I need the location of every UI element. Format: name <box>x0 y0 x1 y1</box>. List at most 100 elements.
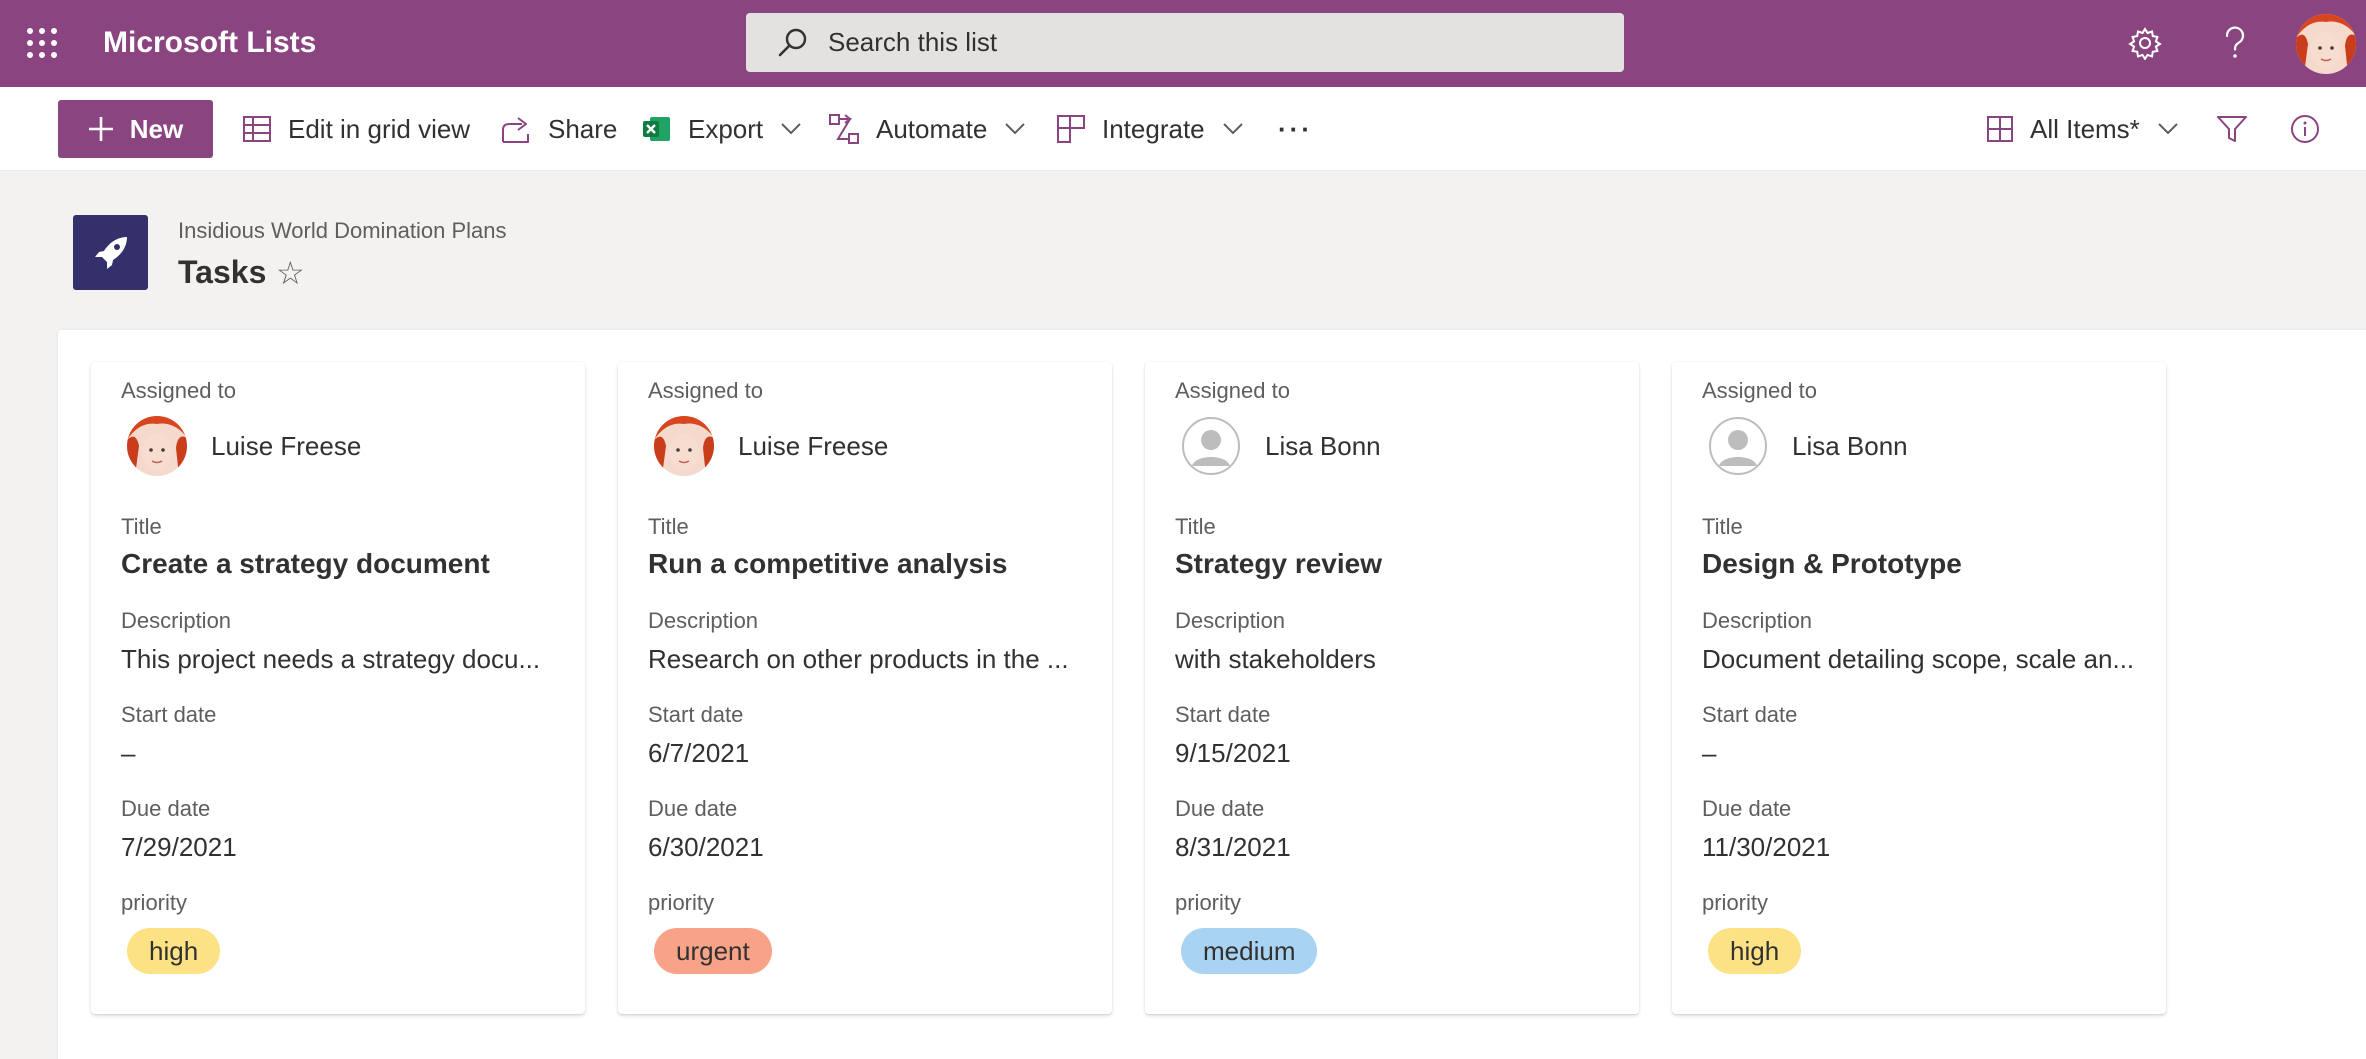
priority-label: priority <box>1175 890 1242 915</box>
assigned-name: Lisa Bonn <box>1265 430 1381 461</box>
search-icon <box>778 28 807 56</box>
due-date-label: Due date <box>121 796 211 821</box>
description-value: Research on other products in the ... <box>648 644 1069 674</box>
info-icon[interactable] <box>2290 107 2320 151</box>
integrate-icon <box>1057 115 1085 143</box>
avatar[interactable] <box>2296 14 2356 74</box>
assigned-name: Luise Freese <box>211 430 362 461</box>
description-value: This project needs a strategy docu... <box>121 644 541 674</box>
grid-icon <box>243 116 271 142</box>
assigned-to-label: Assigned to <box>648 378 763 403</box>
description-label: Description <box>1175 608 1286 633</box>
share-icon <box>502 117 529 143</box>
start-date-value: 6/7/2021 <box>648 738 750 768</box>
excel-icon <box>643 117 670 141</box>
integrate-label: Integrate <box>1102 113 1205 144</box>
assigned-to-label: Assigned to <box>1702 378 1817 403</box>
help-icon[interactable] <box>2214 22 2256 64</box>
rocket-icon <box>94 236 127 269</box>
automate-label: Automate <box>876 113 988 144</box>
start-date-value: – <box>121 738 136 768</box>
priority-badge: high <box>127 928 221 974</box>
view-grid-icon <box>1987 116 2013 142</box>
integrate-button[interactable]: Integrate <box>1056 107 1243 151</box>
avatar <box>1708 416 1768 476</box>
new-label: New <box>129 113 184 144</box>
edit-grid-label: Edit in grid view <box>288 113 471 144</box>
task-card[interactable]: Assigned to Luise Freese Title Run a com… <box>618 362 1112 1014</box>
title-label: Title <box>1175 514 1216 539</box>
priority-label: priority <box>121 890 188 915</box>
start-date-value: 9/15/2021 <box>1175 738 1291 768</box>
priority-label: priority <box>1702 890 1769 915</box>
description-label: Description <box>648 608 759 633</box>
due-date-label: Due date <box>648 796 738 821</box>
command-bar: New Edit in grid view Share Export Autom… <box>0 87 2366 171</box>
description-value: with stakeholders <box>1175 644 1376 674</box>
plus-icon <box>88 117 113 141</box>
title-value: Create a strategy document <box>121 548 490 579</box>
task-card[interactable]: Assigned to Luise Freese Title Create a … <box>91 362 585 1014</box>
more-options-button[interactable]: ··· <box>1278 107 1313 151</box>
due-date-label: Due date <box>1175 796 1265 821</box>
edit-grid-button[interactable]: Edit in grid view <box>242 107 470 151</box>
task-card[interactable]: Assigned to Lisa Bonn Title Strategy rev… <box>1145 362 1639 1014</box>
automate-button[interactable]: Automate <box>828 107 1026 151</box>
start-date-value: – <box>1702 738 1717 768</box>
assigned-person: Luise Freese <box>127 414 361 478</box>
search-box[interactable]: Search this list <box>746 13 1624 72</box>
assigned-name: Luise Freese <box>738 430 889 461</box>
priority-badge: urgent <box>654 928 772 974</box>
automate-icon <box>829 114 859 144</box>
assigned-person: Lisa Bonn <box>1181 414 1381 478</box>
new-button[interactable]: New <box>58 100 213 158</box>
export-label: Export <box>688 113 764 144</box>
share-button[interactable]: Share <box>500 107 617 151</box>
chevron-down-icon <box>1222 123 1243 135</box>
due-date-value: 8/31/2021 <box>1175 832 1291 862</box>
title-label: Title <box>648 514 689 539</box>
title-value: Design & Prototype <box>1702 548 1962 579</box>
start-date-label: Start date <box>1702 702 1798 727</box>
chevron-down-icon <box>2158 123 2178 135</box>
suite-bar: Microsoft Lists Search this list <box>0 0 2366 87</box>
description-label: Description <box>1702 608 1813 633</box>
assigned-name: Lisa Bonn <box>1792 430 1908 461</box>
start-date-label: Start date <box>1175 702 1271 727</box>
due-date-value: 6/30/2021 <box>648 832 764 862</box>
title-label: Title <box>121 514 162 539</box>
assigned-to-label: Assigned to <box>121 378 236 403</box>
due-date-value: 7/29/2021 <box>121 832 237 862</box>
priority-badge: medium <box>1181 928 1318 974</box>
avatar <box>1181 416 1241 476</box>
description-value: Document detailing scope, scale an... <box>1702 644 2135 674</box>
due-date-value: 11/30/2021 <box>1702 832 1831 862</box>
title-label: Title <box>1702 514 1743 539</box>
export-button[interactable]: Export <box>642 107 801 151</box>
chevron-down-icon <box>781 123 801 135</box>
view-switcher-button[interactable]: All Items* <box>1986 107 2178 151</box>
due-date-label: Due date <box>1702 796 1792 821</box>
favorite-star-icon[interactable]: ☆ <box>276 254 305 292</box>
priority-label: priority <box>648 890 715 915</box>
gear-icon[interactable] <box>2124 22 2166 64</box>
view-label: All Items* <box>2030 113 2140 144</box>
filter-icon[interactable] <box>2216 107 2248 151</box>
list-icon <box>73 215 148 290</box>
share-label: Share <box>548 113 618 144</box>
chevron-down-icon <box>1005 123 1026 135</box>
priority-badge: high <box>1708 928 1802 974</box>
assigned-to-label: Assigned to <box>1175 378 1290 403</box>
search-placeholder: Search this list <box>828 27 998 57</box>
description-label: Description <box>121 608 232 633</box>
start-date-label: Start date <box>121 702 217 727</box>
app-title[interactable]: Microsoft Lists <box>103 26 316 60</box>
avatar <box>654 416 714 476</box>
title-value: Strategy review <box>1175 548 1382 579</box>
task-card[interactable]: Assigned to Lisa Bonn Title Design & Pro… <box>1672 362 2166 1014</box>
assigned-person: Luise Freese <box>654 414 888 478</box>
app-launcher-icon[interactable] <box>27 28 57 58</box>
avatar <box>127 416 187 476</box>
page-title: Tasks <box>178 254 267 290</box>
site-name-link[interactable]: Insidious World Domination Plans <box>178 218 507 244</box>
